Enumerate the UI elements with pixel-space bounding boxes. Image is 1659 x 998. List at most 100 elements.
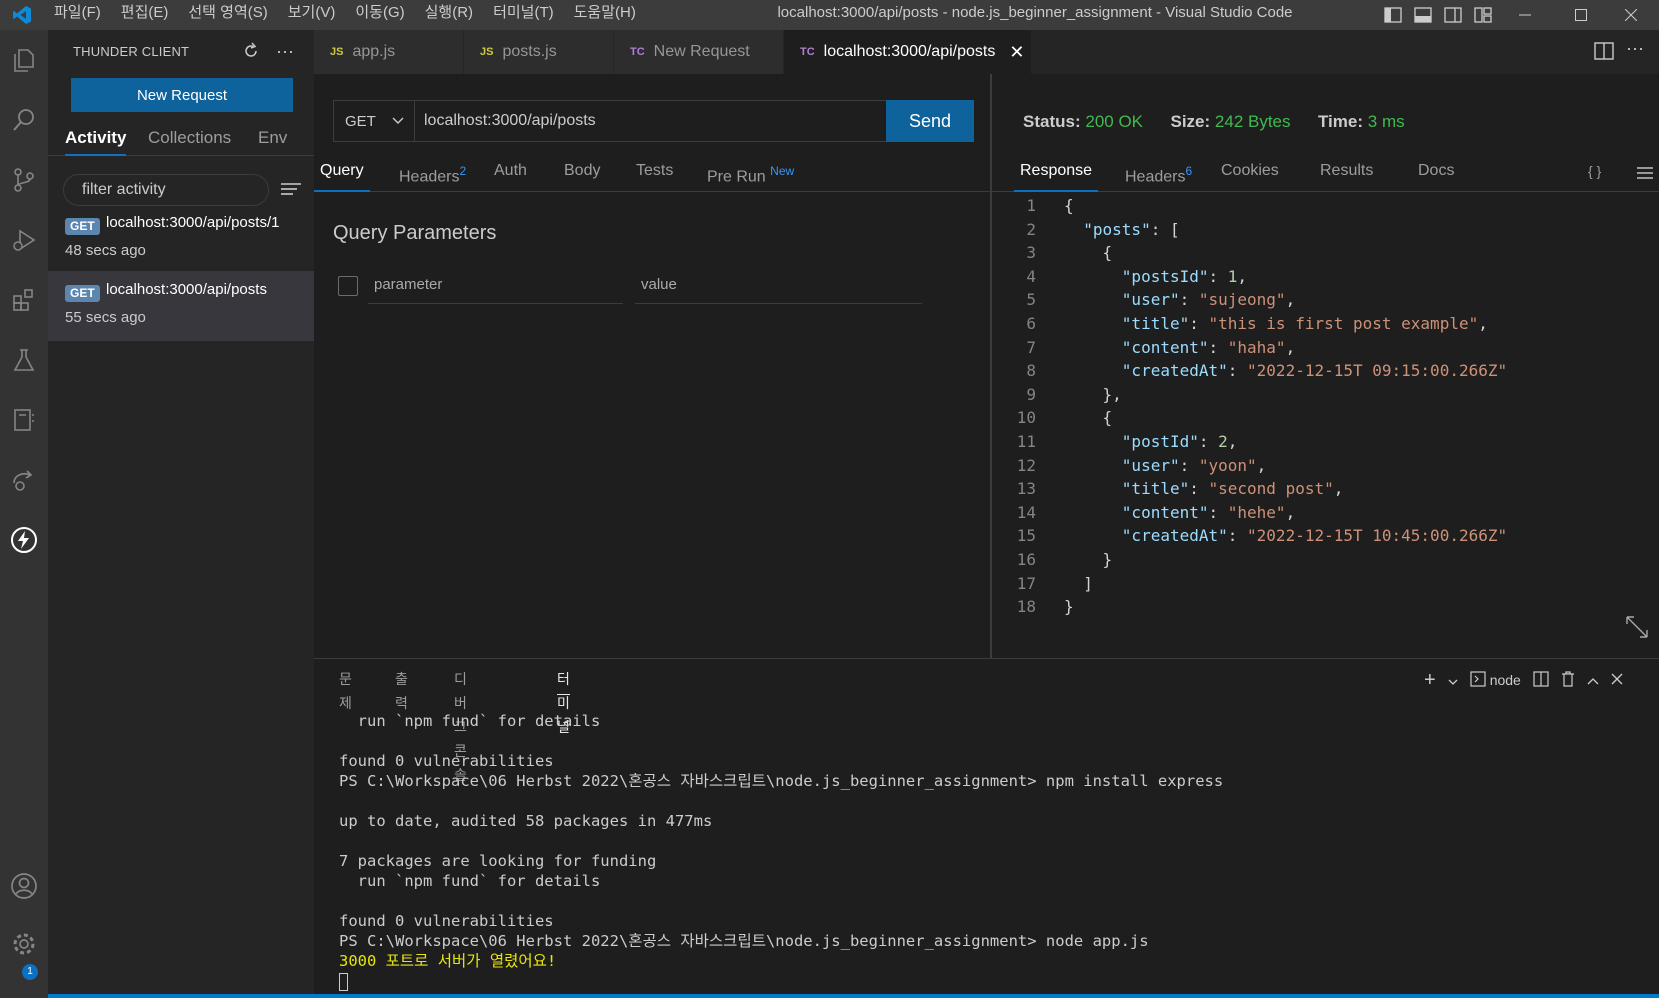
new-request-button[interactable]: New Request — [71, 78, 293, 112]
value-input[interactable] — [635, 266, 922, 304]
method-select[interactable]: GET — [334, 101, 415, 141]
tab-activity[interactable]: Activity — [65, 124, 127, 156]
response-headers-count: 6 — [1185, 164, 1193, 178]
explorer-icon[interactable] — [0, 36, 48, 84]
terminal-line: up to date, audited 58 packages in 477ms — [339, 812, 713, 830]
customize-layout-icon[interactable] — [1472, 4, 1494, 26]
account-icon[interactable] — [0, 862, 48, 910]
maximize-icon[interactable] — [1553, 0, 1609, 30]
close-panel-icon[interactable] — [1611, 672, 1623, 688]
tab-response[interactable]: Response — [1014, 154, 1099, 192]
tab-docs[interactable]: Docs — [1412, 154, 1460, 192]
tab-headers[interactable]: Headers2 — [393, 154, 472, 192]
toggle-panel-icon[interactable] — [1412, 4, 1434, 26]
manage-gear-icon[interactable] — [0, 920, 48, 968]
status-value: 200 OK — [1085, 112, 1144, 131]
parameter-input[interactable] — [368, 266, 623, 304]
terminal-line: PS C:\Workspace\06 Herbst 2022\혼공스 자바스크립… — [339, 932, 1149, 950]
menu-edit[interactable]: 편집(E) — [111, 0, 179, 30]
menu-terminal[interactable]: 터미널(T) — [483, 0, 564, 30]
menu-go[interactable]: 이동(G) — [345, 0, 414, 30]
tab-results[interactable]: Results — [1314, 154, 1379, 192]
tab-label: localhost:3000/api/posts — [823, 43, 996, 60]
window-title: localhost:3000/api/posts - node.js_begin… — [777, 4, 1293, 21]
terminal-shell-label[interactable]: node — [1490, 672, 1521, 688]
editor-more-actions-icon[interactable]: ··· — [1626, 38, 1644, 59]
close-window-icon[interactable] — [1603, 0, 1659, 30]
tab-pre-run[interactable]: Pre Run New — [701, 154, 800, 192]
terminal-output[interactable]: run `npm fund` for details found 0 vulne… — [339, 711, 1223, 991]
activity-url: localhost:3000/api/posts/1 — [106, 214, 280, 231]
tab-app-js[interactable]: JS app.js — [314, 30, 464, 74]
url-bar: GET Send — [333, 100, 974, 142]
menu-help[interactable]: 도움말(H) — [564, 0, 646, 30]
response-menu-icon[interactable] — [1636, 166, 1654, 183]
expand-icon[interactable] — [1624, 614, 1652, 642]
time-value: 3 ms — [1367, 112, 1405, 131]
remote-explorer-icon[interactable] — [0, 456, 48, 504]
thunder-client-icon[interactable] — [0, 516, 48, 564]
send-button[interactable]: Send — [886, 100, 974, 142]
split-terminal-icon[interactable] — [1533, 670, 1549, 690]
more-actions-icon[interactable]: ··· — [274, 40, 296, 62]
sidebar-title: THUNDER CLIENT — [73, 44, 190, 59]
filter-sort-icon[interactable] — [280, 180, 304, 200]
query-parameters-title: Query Parameters — [333, 222, 497, 244]
extensions-icon[interactable] — [0, 276, 48, 324]
activity-time: 55 secs ago — [65, 309, 146, 326]
tab-new-request[interactable]: TC New Request — [614, 30, 784, 74]
activity-time: 48 secs ago — [65, 242, 146, 259]
maximize-panel-icon[interactable] — [1587, 672, 1599, 688]
response-body[interactable]: 1{ 2 "posts": [ 3 { 4 "postsId": 1, 5 "u… — [992, 194, 1632, 619]
minimize-icon[interactable] — [1497, 0, 1553, 30]
param-checkbox[interactable] — [338, 276, 358, 296]
method-badge: GET — [65, 285, 100, 302]
activity-item[interactable]: GET localhost:3000/api/posts/1 48 secs a… — [48, 204, 314, 274]
js-file-icon: JS — [330, 46, 344, 58]
menu-run[interactable]: 실행(R) — [415, 0, 483, 30]
search-icon[interactable] — [0, 96, 48, 144]
tab-response-headers[interactable]: Headers6 — [1119, 154, 1198, 192]
tab-env[interactable]: Env — [258, 124, 287, 156]
tab-headers-label: Headers — [399, 168, 460, 186]
tab-label: posts.js — [502, 43, 557, 60]
tab-output[interactable]: 출력 — [395, 667, 408, 711]
testing-flask-icon[interactable] — [0, 336, 48, 384]
activity-item-selected[interactable]: GET localhost:3000/api/posts 55 secs ago — [48, 271, 314, 341]
new-terminal-icon[interactable]: + — [1424, 669, 1436, 692]
split-editor-icon[interactable] — [1594, 42, 1614, 63]
trash-icon[interactable] — [1561, 670, 1575, 690]
chevron-down-icon[interactable] — [1448, 672, 1458, 688]
run-debug-icon[interactable] — [0, 216, 48, 264]
tab-cookies[interactable]: Cookies — [1215, 154, 1285, 192]
refresh-icon[interactable] — [240, 40, 262, 62]
menu-view[interactable]: 보기(V) — [278, 0, 346, 30]
tab-collections[interactable]: Collections — [148, 124, 231, 156]
menu-selection[interactable]: 선택 영역(S) — [178, 0, 277, 30]
chevron-down-icon — [392, 117, 404, 124]
url-input[interactable] — [416, 101, 885, 141]
menu-file[interactable]: 파일(F) — [44, 0, 111, 30]
notebook-icon[interactable] — [0, 396, 48, 444]
tab-api-posts[interactable]: TC localhost:3000/api/posts ✕ — [784, 30, 1032, 74]
close-tab-icon[interactable]: ✕ — [1009, 42, 1024, 63]
tab-auth[interactable]: Auth — [488, 154, 533, 192]
tab-tests[interactable]: Tests — [630, 154, 679, 192]
filter-activity-input[interactable] — [63, 174, 269, 206]
tab-debug-console[interactable]: 디버그 콘솔 — [454, 667, 467, 783]
tab-problems[interactable]: 문제 — [339, 667, 352, 711]
tab-query[interactable]: Query — [314, 154, 370, 192]
source-control-icon[interactable] — [0, 156, 48, 204]
format-braces-icon[interactable]: { } — [1582, 154, 1607, 192]
tab-body[interactable]: Body — [558, 154, 606, 192]
tab-terminal[interactable]: 터미널 — [557, 667, 570, 735]
tab-label: New Request — [653, 43, 750, 60]
tab-posts-js[interactable]: JS posts.js — [464, 30, 614, 74]
toggle-secondary-sidebar-icon[interactable] — [1442, 4, 1464, 26]
toggle-primary-sidebar-icon[interactable] — [1382, 4, 1404, 26]
request-panel: GET Send Query Headers2 Auth Body Tests … — [314, 74, 990, 658]
size-label: Size: — [1170, 112, 1211, 131]
